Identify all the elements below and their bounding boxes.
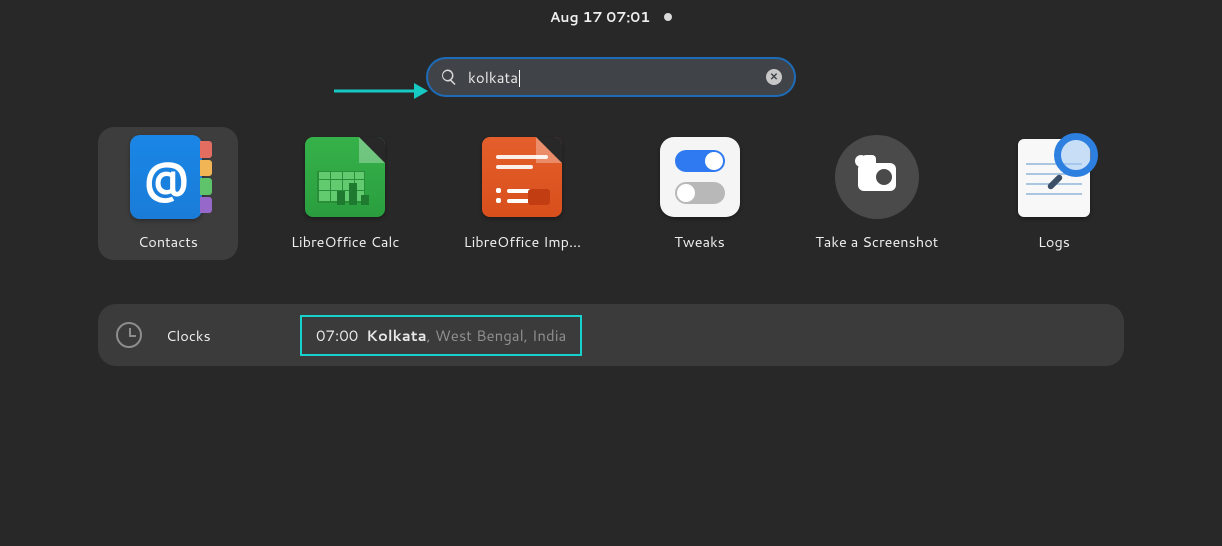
tweaks-icon <box>658 135 742 219</box>
contacts-icon: @ <box>126 135 210 219</box>
app-label: Take a Screenshot <box>812 231 942 252</box>
clock-icon <box>116 322 142 348</box>
search-query-text[interactable]: kolkata <box>468 67 756 88</box>
search-icon <box>440 68 458 86</box>
app-results: @ Contacts LibreOffice Calc LibreOffice … <box>0 97 1222 260</box>
result-section-label: Clocks <box>166 325 276 346</box>
app-libreoffice-calc[interactable]: LibreOffice Calc <box>275 127 415 260</box>
impress-icon <box>480 135 564 219</box>
app-take-screenshot[interactable]: Take a Screenshot <box>807 127 947 260</box>
app-contacts[interactable]: @ Contacts <box>98 127 238 260</box>
top-bar: Aug 17 07:01 <box>0 0 1222 27</box>
annotation-arrow-icon <box>334 80 428 102</box>
notification-dot-icon[interactable] <box>664 13 672 21</box>
app-libreoffice-impress[interactable]: LibreOffice Imp… <box>452 127 592 260</box>
clocks-result-row[interactable]: Clocks 07:00 Kolkata, West Bengal, India <box>98 304 1124 366</box>
clear-icon[interactable]: ✕ <box>766 69 782 85</box>
logs-icon <box>1012 135 1096 219</box>
search-field[interactable]: kolkata ✕ <box>426 57 796 97</box>
result-time: 07:00 <box>316 325 358 346</box>
app-label: LibreOffice Imp… <box>457 231 587 252</box>
app-label: Tweaks <box>635 231 765 252</box>
app-label: Contacts <box>103 231 233 252</box>
clock-text[interactable]: Aug 17 07:01 <box>550 7 651 27</box>
result-match[interactable]: 07:00 Kolkata, West Bengal, India <box>300 315 582 356</box>
app-tweaks[interactable]: Tweaks <box>630 127 770 260</box>
app-label: LibreOffice Calc <box>280 231 410 252</box>
app-logs[interactable]: Logs <box>984 127 1124 260</box>
calc-icon <box>303 135 387 219</box>
result-city: Kolkata <box>366 325 426 346</box>
result-suffix: , West Bengal, India <box>427 325 567 346</box>
app-label: Logs <box>989 231 1119 252</box>
screenshot-icon <box>835 135 919 219</box>
